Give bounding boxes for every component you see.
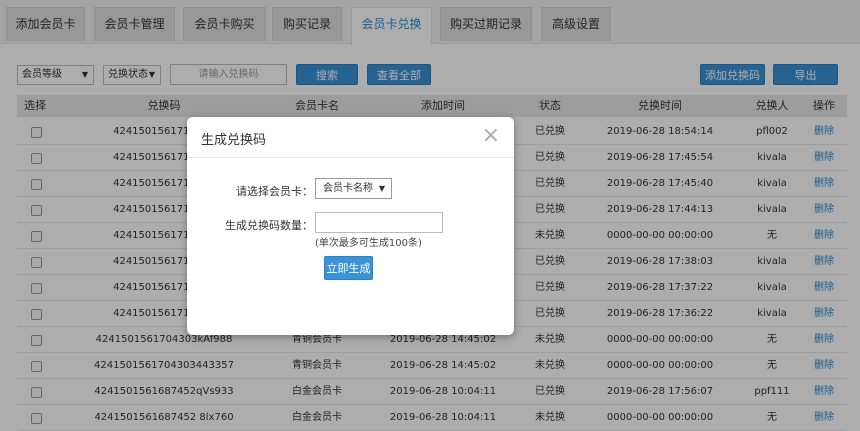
chevron-down-icon: ▼ xyxy=(378,184,385,193)
generate-now-button[interactable]: 立即生成 xyxy=(324,256,373,280)
page: 添加会员卡 会员卡管理 会员卡购买 购买记录 会员卡兑换 购买过期记录 高级设置… xyxy=(0,0,860,431)
dialog-title: 生成兑换码 xyxy=(201,133,267,148)
count-hint: (单次最多可生成100条) xyxy=(315,238,422,249)
generate-code-dialog: 生成兑换码 × 请选择会员卡： 会员卡名称 ▼ 生成兑换码数量： (单次最多可生… xyxy=(187,117,514,335)
card-name-select[interactable]: 会员卡名称 ▼ xyxy=(315,178,392,199)
code-count-input[interactable] xyxy=(315,212,443,233)
close-icon[interactable]: × xyxy=(482,125,500,147)
card-select-label: 请选择会员卡： xyxy=(236,185,313,198)
code-count-label: 生成兑换码数量： xyxy=(225,219,313,232)
card-name-select-value: 会员卡名称 xyxy=(323,183,373,194)
dialog-header: 生成兑换码 × xyxy=(187,117,514,158)
